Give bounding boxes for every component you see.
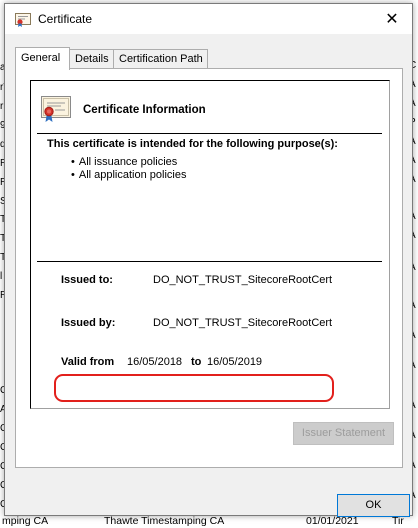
issuer-statement-button[interactable]: Issuer Statement	[293, 422, 394, 445]
tab-certification-path[interactable]: Certification Path	[113, 49, 208, 69]
purpose-list: All issuance policies All application po…	[71, 156, 187, 182]
bg-cell: mping CA	[2, 515, 49, 527]
certificate-large-icon	[41, 94, 71, 124]
divider	[37, 261, 382, 262]
window-title: Certificate	[38, 12, 93, 26]
valid-to-label: to	[191, 356, 202, 368]
valid-from-label: Valid from	[61, 356, 115, 368]
issued-to-label: Issued to:	[61, 274, 113, 286]
close-button[interactable]: ✕	[372, 4, 412, 34]
certificate-information-box: Certificate Information This certificate…	[30, 80, 390, 409]
annotation-highlight	[54, 374, 334, 402]
issued-by-value: DO_NOT_TRUST_SitecoreRootCert	[153, 317, 333, 329]
general-tab-panel: Certificate Information This certificate…	[15, 68, 403, 468]
list-item: All application policies	[71, 169, 187, 182]
bg-cell: Thawte Timestamping CA	[104, 515, 225, 527]
close-icon: ✕	[385, 11, 399, 28]
info-title: Certificate Information	[83, 104, 206, 116]
issued-to-value: DO_NOT_TRUST_SitecoreRootCert	[153, 274, 333, 286]
tab-general[interactable]: General	[15, 47, 70, 70]
divider	[37, 133, 382, 134]
title-bar[interactable]: Certificate ✕	[5, 4, 412, 34]
list-item: All issuance policies	[71, 156, 186, 169]
issued-by-label: Issued by:	[61, 317, 116, 329]
valid-from-value: 16/05/2018	[127, 356, 183, 368]
ok-button[interactable]: OK	[337, 494, 410, 517]
certificate-icon	[15, 13, 31, 27]
tab-details[interactable]: Details	[69, 49, 114, 69]
purpose-heading: This certificate is intended for the fol…	[47, 138, 338, 150]
certificate-dialog: Certificate ✕ General Details Certificat…	[4, 3, 413, 517]
valid-to-value: 16/05/2019	[207, 356, 263, 368]
